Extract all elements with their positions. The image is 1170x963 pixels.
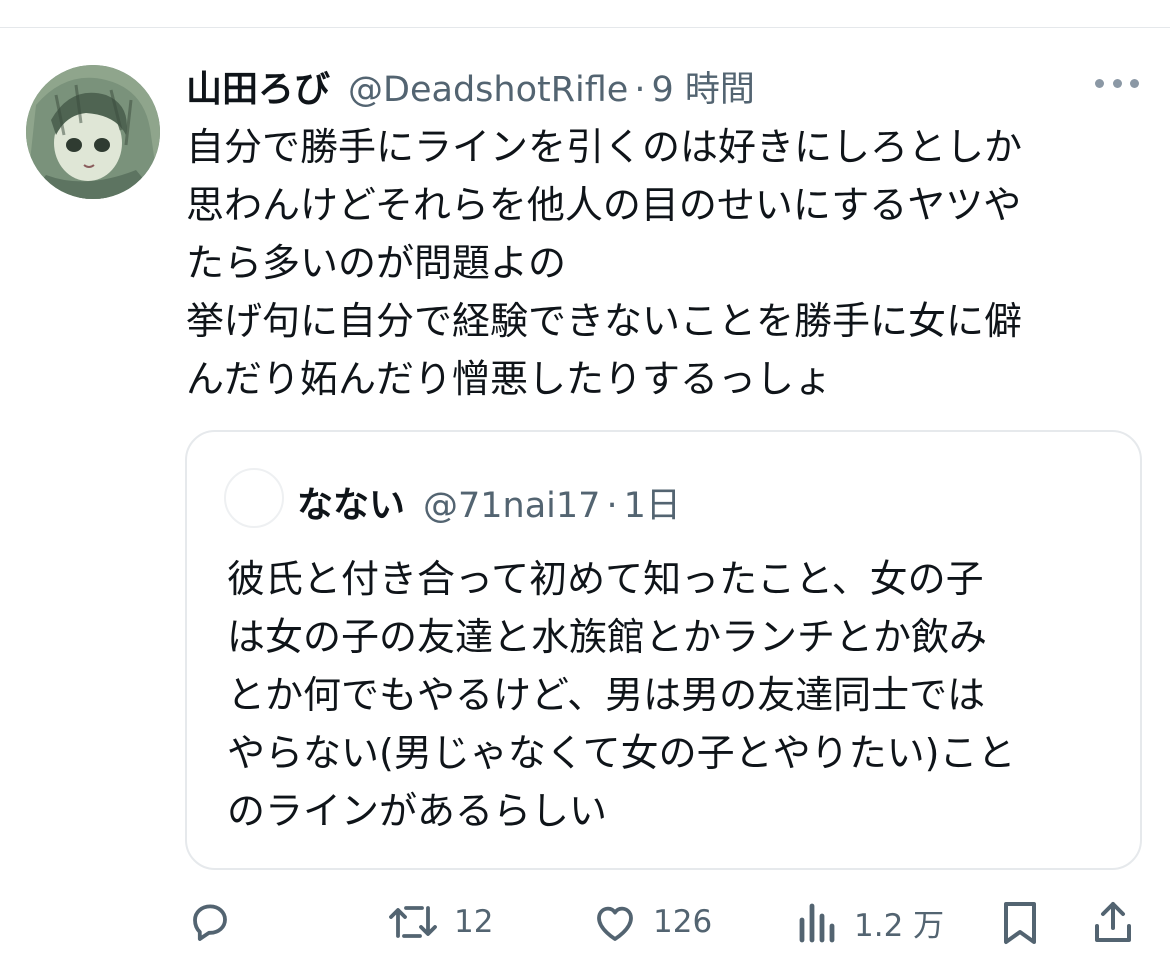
tweet-text-line: 挙げ句に自分で経験できないことを勝手に女に僻 bbox=[186, 299, 1023, 343]
views-count: 1.2 万 bbox=[854, 907, 945, 944]
like-count: 126 bbox=[653, 904, 713, 940]
bookmark-button[interactable] bbox=[998, 893, 1042, 951]
tweet-header: 山田ろび @DeadshotRifle · 9 時間 bbox=[186, 60, 755, 110]
quoted-text-line: とか何でもやるけど、男は男の友達同士では bbox=[227, 673, 986, 717]
retweet-button[interactable]: 12 bbox=[386, 893, 493, 951]
quoted-text-line: やらない(男じゃなくて女の子とやりたい)こと bbox=[227, 731, 1016, 775]
quoted-timestamp: 1日 bbox=[623, 486, 681, 526]
more-options-button[interactable] bbox=[1092, 68, 1142, 98]
tweet-text-line: 思わんけどそれらを他人の目のせいにするヤツや bbox=[186, 183, 1022, 227]
views-button[interactable]: 1.2 万 bbox=[796, 893, 944, 951]
quoted-handle: @71nai17 bbox=[423, 486, 601, 526]
top-divider bbox=[0, 27, 1170, 28]
like-button[interactable]: 126 bbox=[591, 893, 712, 951]
quoted-text: 彼氏と付き合って初めて知ったこと、女の子 は女の子の友達と水族館とかランチとか飲… bbox=[227, 550, 1127, 840]
author-display-name[interactable]: 山田ろび bbox=[186, 60, 330, 112]
quoted-avatar[interactable] bbox=[224, 468, 284, 528]
more-dot-icon bbox=[1095, 78, 1104, 88]
quoted-header: なない @71nai17 · 1日 bbox=[297, 476, 681, 528]
tweet-text: 自分で勝手にラインを引くのは好きにしろとしか 思わんけどそれらを他人の目のせいに… bbox=[186, 118, 1146, 408]
quoted-tweet[interactable]: なない @71nai17 · 1日 彼氏と付き合って初めて知ったこと、女の子 は… bbox=[185, 430, 1142, 870]
heart-icon bbox=[597, 906, 633, 941]
views-icon bbox=[799, 903, 835, 943]
quoted-text-line: 彼氏と付き合って初めて知ったこと、女の子 bbox=[227, 557, 984, 601]
tweet-text-line: たら多いのが問題よの bbox=[186, 241, 567, 285]
reply-icon bbox=[193, 904, 227, 941]
tweet-timestamp[interactable]: 9 時間 bbox=[651, 61, 754, 112]
share-button[interactable] bbox=[1091, 893, 1135, 951]
tweet-text-line: んだり妬んだり憎悪したりするっしょ bbox=[186, 357, 833, 401]
retweet-icon bbox=[389, 906, 437, 938]
quoted-text-line: は女の子の友達と水族館とかランチとか飲み bbox=[227, 615, 988, 659]
quoted-display-name: なない bbox=[297, 485, 406, 526]
tweet-text-line: 自分で勝手にラインを引くのは好きにしろとしか bbox=[186, 125, 1023, 169]
share-icon bbox=[1095, 902, 1131, 942]
quoted-separator: · bbox=[606, 486, 618, 526]
retweet-count: 12 bbox=[454, 904, 494, 940]
more-dot-icon bbox=[1130, 78, 1139, 88]
action-bar: 12 126 1.2 万 bbox=[186, 893, 1146, 951]
avatar[interactable] bbox=[26, 65, 160, 199]
quoted-text-line: のラインがあるらしい bbox=[227, 789, 608, 833]
avatar-image bbox=[26, 65, 160, 199]
author-handle[interactable]: @DeadshotRifle bbox=[348, 70, 628, 110]
bookmark-icon bbox=[1004, 902, 1036, 944]
reply-button[interactable] bbox=[186, 893, 234, 951]
more-dot-icon bbox=[1112, 78, 1122, 88]
header-separator: · bbox=[634, 70, 646, 110]
